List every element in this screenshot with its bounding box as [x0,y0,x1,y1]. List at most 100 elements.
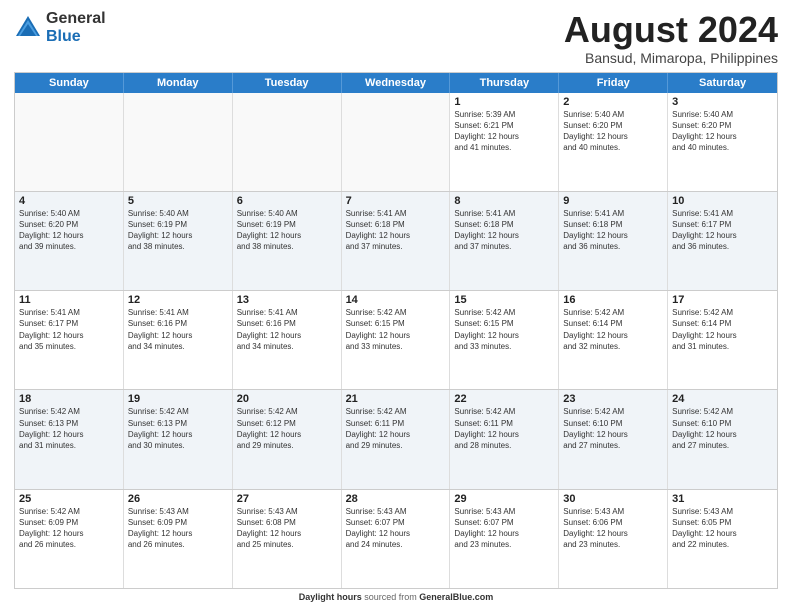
day-info: Sunrise: 5:43 AMSunset: 6:07 PMDaylight:… [346,506,446,551]
cal-week-3: 11Sunrise: 5:41 AMSunset: 6:17 PMDayligh… [15,291,777,390]
cal-cell-5-1: 25Sunrise: 5:42 AMSunset: 6:09 PMDayligh… [15,490,124,588]
cal-cell-3-3: 13Sunrise: 5:41 AMSunset: 6:16 PMDayligh… [233,291,342,389]
day-number: 12 [128,294,228,306]
footer-note: Daylight hours sourced from GeneralBlue.… [14,592,778,602]
cal-cell-2-2: 5Sunrise: 5:40 AMSunset: 6:19 PMDaylight… [124,192,233,290]
title-block: August 2024 Bansud, Mimaropa, Philippine… [564,10,778,66]
cal-cell-5-6: 30Sunrise: 5:43 AMSunset: 6:06 PMDayligh… [559,490,668,588]
day-info: Sunrise: 5:41 AMSunset: 6:16 PMDaylight:… [237,307,337,352]
cal-cell-4-7: 24Sunrise: 5:42 AMSunset: 6:10 PMDayligh… [668,390,777,488]
day-info: Sunrise: 5:41 AMSunset: 6:18 PMDaylight:… [346,208,446,253]
day-number: 10 [672,195,773,207]
cal-cell-1-6: 2Sunrise: 5:40 AMSunset: 6:20 PMDaylight… [559,93,668,191]
day-info: Sunrise: 5:42 AMSunset: 6:10 PMDaylight:… [563,406,663,451]
cal-cell-3-7: 17Sunrise: 5:42 AMSunset: 6:14 PMDayligh… [668,291,777,389]
cal-cell-5-4: 28Sunrise: 5:43 AMSunset: 6:07 PMDayligh… [342,490,451,588]
day-info: Sunrise: 5:42 AMSunset: 6:15 PMDaylight:… [346,307,446,352]
day-info: Sunrise: 5:43 AMSunset: 6:07 PMDaylight:… [454,506,554,551]
day-number: 29 [454,493,554,505]
cal-cell-3-6: 16Sunrise: 5:42 AMSunset: 6:14 PMDayligh… [559,291,668,389]
subtitle: Bansud, Mimaropa, Philippines [564,50,778,66]
cal-cell-1-4 [342,93,451,191]
page: General Blue August 2024 Bansud, Mimarop… [0,0,792,612]
day-number: 18 [19,393,119,405]
day-info: Sunrise: 5:43 AMSunset: 6:06 PMDaylight:… [563,506,663,551]
cal-header-day-saturday: Saturday [668,73,777,93]
day-number: 13 [237,294,337,306]
main-title: August 2024 [564,10,778,50]
footer-source: GeneralBlue.com [419,592,493,602]
day-number: 22 [454,393,554,405]
day-number: 19 [128,393,228,405]
day-info: Sunrise: 5:41 AMSunset: 6:17 PMDaylight:… [19,307,119,352]
day-number: 30 [563,493,663,505]
cal-week-1: 1Sunrise: 5:39 AMSunset: 6:21 PMDaylight… [15,93,777,192]
cal-cell-4-1: 18Sunrise: 5:42 AMSunset: 6:13 PMDayligh… [15,390,124,488]
day-number: 2 [563,96,663,108]
cal-cell-1-2 [124,93,233,191]
day-number: 3 [672,96,773,108]
cal-cell-3-2: 12Sunrise: 5:41 AMSunset: 6:16 PMDayligh… [124,291,233,389]
day-number: 8 [454,195,554,207]
cal-cell-5-7: 31Sunrise: 5:43 AMSunset: 6:05 PMDayligh… [668,490,777,588]
cal-cell-1-7: 3Sunrise: 5:40 AMSunset: 6:20 PMDaylight… [668,93,777,191]
cal-header-day-monday: Monday [124,73,233,93]
cal-cell-3-4: 14Sunrise: 5:42 AMSunset: 6:15 PMDayligh… [342,291,451,389]
day-number: 16 [563,294,663,306]
header: General Blue August 2024 Bansud, Mimarop… [14,10,778,66]
cal-header-day-sunday: Sunday [15,73,124,93]
calendar-body: 1Sunrise: 5:39 AMSunset: 6:21 PMDaylight… [15,93,777,588]
cal-cell-4-2: 19Sunrise: 5:42 AMSunset: 6:13 PMDayligh… [124,390,233,488]
day-number: 26 [128,493,228,505]
cal-cell-4-6: 23Sunrise: 5:42 AMSunset: 6:10 PMDayligh… [559,390,668,488]
day-number: 1 [454,96,554,108]
day-number: 9 [563,195,663,207]
cal-cell-2-6: 9Sunrise: 5:41 AMSunset: 6:18 PMDaylight… [559,192,668,290]
cal-header-day-thursday: Thursday [450,73,559,93]
cal-week-4: 18Sunrise: 5:42 AMSunset: 6:13 PMDayligh… [15,390,777,489]
day-info: Sunrise: 5:42 AMSunset: 6:11 PMDaylight:… [454,406,554,451]
day-info: Sunrise: 5:39 AMSunset: 6:21 PMDaylight:… [454,109,554,154]
day-number: 5 [128,195,228,207]
day-number: 20 [237,393,337,405]
day-number: 21 [346,393,446,405]
footer-label: Daylight hours [299,592,362,602]
cal-cell-5-3: 27Sunrise: 5:43 AMSunset: 6:08 PMDayligh… [233,490,342,588]
cal-cell-2-1: 4Sunrise: 5:40 AMSunset: 6:20 PMDaylight… [15,192,124,290]
day-number: 25 [19,493,119,505]
day-info: Sunrise: 5:43 AMSunset: 6:05 PMDaylight:… [672,506,773,551]
cal-cell-3-1: 11Sunrise: 5:41 AMSunset: 6:17 PMDayligh… [15,291,124,389]
cal-header-day-tuesday: Tuesday [233,73,342,93]
day-info: Sunrise: 5:40 AMSunset: 6:20 PMDaylight:… [19,208,119,253]
cal-cell-2-7: 10Sunrise: 5:41 AMSunset: 6:17 PMDayligh… [668,192,777,290]
day-info: Sunrise: 5:40 AMSunset: 6:20 PMDaylight:… [672,109,773,154]
day-info: Sunrise: 5:42 AMSunset: 6:13 PMDaylight:… [19,406,119,451]
day-number: 23 [563,393,663,405]
day-info: Sunrise: 5:42 AMSunset: 6:14 PMDaylight:… [563,307,663,352]
calendar-header: SundayMondayTuesdayWednesdayThursdayFrid… [15,73,777,93]
logo-icon [14,14,42,42]
day-number: 15 [454,294,554,306]
day-info: Sunrise: 5:42 AMSunset: 6:13 PMDaylight:… [128,406,228,451]
day-number: 17 [672,294,773,306]
cal-week-5: 25Sunrise: 5:42 AMSunset: 6:09 PMDayligh… [15,490,777,588]
cal-cell-2-5: 8Sunrise: 5:41 AMSunset: 6:18 PMDaylight… [450,192,559,290]
cal-cell-3-5: 15Sunrise: 5:42 AMSunset: 6:15 PMDayligh… [450,291,559,389]
cal-cell-2-4: 7Sunrise: 5:41 AMSunset: 6:18 PMDaylight… [342,192,451,290]
day-number: 6 [237,195,337,207]
day-info: Sunrise: 5:40 AMSunset: 6:20 PMDaylight:… [563,109,663,154]
cal-cell-4-4: 21Sunrise: 5:42 AMSunset: 6:11 PMDayligh… [342,390,451,488]
cal-cell-1-3 [233,93,342,191]
day-info: Sunrise: 5:42 AMSunset: 6:12 PMDaylight:… [237,406,337,451]
cal-cell-1-5: 1Sunrise: 5:39 AMSunset: 6:21 PMDaylight… [450,93,559,191]
cal-cell-1-1 [15,93,124,191]
day-number: 24 [672,393,773,405]
day-info: Sunrise: 5:41 AMSunset: 6:17 PMDaylight:… [672,208,773,253]
cal-week-2: 4Sunrise: 5:40 AMSunset: 6:20 PMDaylight… [15,192,777,291]
day-info: Sunrise: 5:41 AMSunset: 6:16 PMDaylight:… [128,307,228,352]
day-info: Sunrise: 5:42 AMSunset: 6:11 PMDaylight:… [346,406,446,451]
logo-text: General Blue [46,10,106,45]
logo: General Blue [14,10,106,45]
logo-blue-text: Blue [46,28,106,46]
cal-cell-4-5: 22Sunrise: 5:42 AMSunset: 6:11 PMDayligh… [450,390,559,488]
